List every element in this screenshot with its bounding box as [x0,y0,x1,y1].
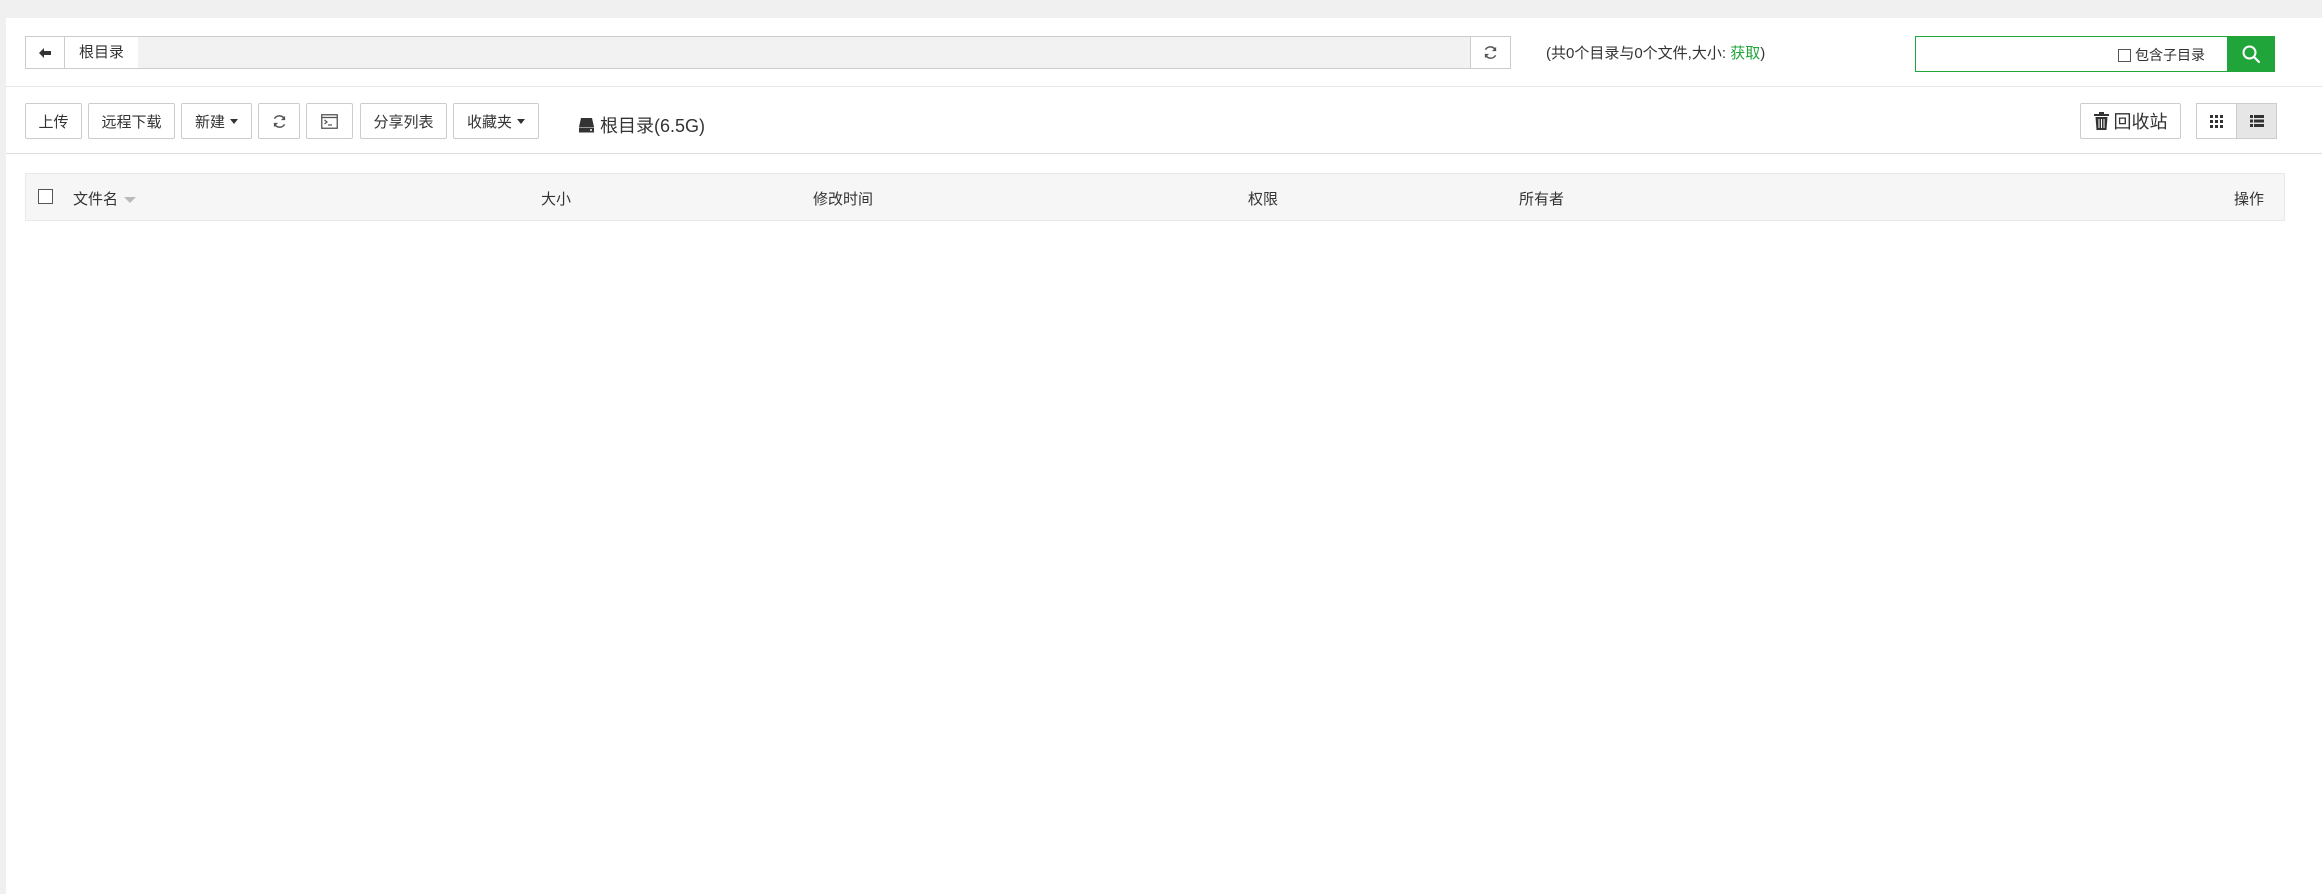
share-list-button[interactable]: 分享列表 [360,103,447,139]
column-header-name[interactable]: 文件名 [73,188,137,209]
refresh-list-button[interactable] [258,103,300,139]
path-bar-row: 根目录 (共0个目录与0个文件,大小: 获取) 包含子目录 [6,18,2322,87]
refresh-icon [273,114,285,128]
upload-label: 上传 [38,113,69,131]
search-box: 包含子目录 [1915,36,2275,72]
terminal-icon [321,113,338,129]
disk-label: 根目录(6.5G) [600,116,706,136]
file-table-header: 文件名 大小 修改时间 权限 所有者 操作 [25,173,2285,221]
upload-button[interactable]: 上传 [25,103,82,139]
include-subdir-label: 包含子目录 [2135,47,2205,63]
column-name-label: 文件名 [73,191,119,208]
new-dropdown-button[interactable]: 新建 [181,103,252,139]
column-header-actions: 操作 [2233,191,2264,208]
view-mode-toggle [2196,103,2278,139]
list-view-icon [2249,115,2264,127]
arrow-left-icon [39,47,51,58]
search-button[interactable] [2227,36,2275,72]
summary-text: (共0个目录与0个文件,大小: [1546,45,1731,62]
select-all-checkbox[interactable] [38,189,53,204]
caret-down-icon [517,118,525,124]
terminal-button[interactable] [306,103,353,139]
path-refresh-button[interactable] [1470,37,1510,68]
grid-view-button[interactable] [2196,103,2237,139]
hard-drive-icon [579,118,594,133]
recycle-bin-button[interactable]: 回收站 [2080,103,2181,139]
trash-icon [2093,112,2109,130]
caret-down-icon [230,118,238,124]
file-manager-panel: 根目录 (共0个目录与0个文件,大小: 获取) 包含子目录 上传 远程下载 新建… [6,18,2322,894]
search-icon [2242,45,2261,64]
sort-caret-icon [124,197,137,204]
path-bar[interactable]: 根目录 [25,36,1511,69]
include-subdir-checkbox[interactable] [2118,48,2131,62]
column-header-permissions[interactable]: 权限 [1248,188,1278,209]
favorites-dropdown-button[interactable]: 收藏夹 [453,103,539,139]
favorites-label: 收藏夹 [466,113,512,131]
share-list-label: 分享列表 [373,113,434,131]
recycle-bin-label: 回收站 [2113,112,2168,132]
disk-indicator[interactable]: 根目录(6.5G) [578,112,705,138]
toolbar: 上传 远程下载 新建 分享列表 收藏夹 根目录(6.5G) 回收站 [6,87,2322,154]
refresh-icon [1484,46,1497,59]
remote-download-button[interactable]: 远程下载 [88,103,175,139]
remote-download-label: 远程下载 [101,113,162,131]
back-button[interactable] [26,37,65,68]
list-view-button[interactable] [2236,103,2277,139]
column-header-size[interactable]: 大小 [541,188,571,209]
column-header-modified[interactable]: 修改时间 [813,188,873,209]
breadcrumb-root[interactable]: 根目录 [65,37,139,68]
new-label: 新建 [194,113,225,131]
column-header-owner[interactable]: 所有者 [1519,188,1564,209]
breadcrumb-label: 根目录 [79,44,125,61]
include-subdir-toggle[interactable]: 包含子目录 [2118,45,2205,65]
summary-close: ) [1760,45,1766,62]
get-size-link[interactable]: 获取 [1730,45,1760,62]
directory-summary: (共0个目录与0个文件,大小: 获取) [1546,42,1765,63]
grid-view-icon [2210,114,2223,128]
